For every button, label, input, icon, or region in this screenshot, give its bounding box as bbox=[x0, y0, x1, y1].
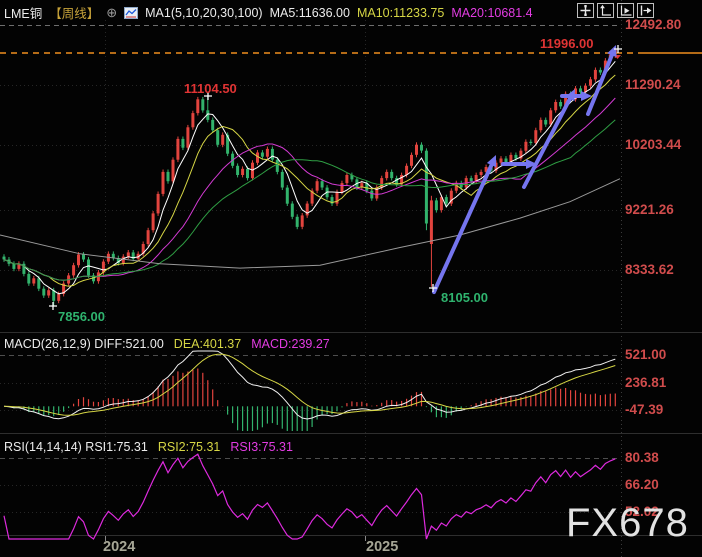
pan-tool-icon[interactable] bbox=[577, 3, 594, 18]
add-indicator-icon[interactable]: ⊕ bbox=[106, 5, 117, 21]
ma5-value: MA5:11636.00 bbox=[270, 6, 350, 20]
chart-type-icon[interactable] bbox=[124, 7, 138, 19]
rsi3-value: RSI3:75.31 bbox=[230, 440, 293, 454]
macd-diff-value: MACD(26,12,9) DIFF:521.00 bbox=[4, 337, 164, 351]
ma20-value: MA20:10681.4 bbox=[451, 6, 532, 20]
timeframe-label: 【周线】 bbox=[49, 3, 99, 22]
ma10-value: MA10:11233.75 bbox=[357, 6, 444, 20]
macd-dea-value: DEA:401.37 bbox=[174, 337, 241, 351]
rsi-header: RSI(14,14,14) RSI1:75.31 RSI2:75.31 RSI3… bbox=[4, 440, 293, 454]
ma-settings-label: MA1(5,10,20,30,100) bbox=[145, 6, 262, 20]
scroll-to-latest-icon[interactable] bbox=[637, 3, 654, 18]
fx678-watermark: FX678 bbox=[566, 501, 689, 546]
macd-hist-value: MACD:239.27 bbox=[251, 337, 330, 351]
rsi2-value: RSI2:75.31 bbox=[158, 440, 221, 454]
rsi1-value: RSI(14,14,14) RSI1:75.31 bbox=[4, 440, 148, 454]
chart-toolbar bbox=[577, 3, 654, 18]
chart-window: LME铜 【周线】 ⊕ MA1(5,10,20,30,100) MA5:1163… bbox=[0, 0, 702, 557]
chart-header: LME铜 【周线】 ⊕ MA1(5,10,20,30,100) MA5:1163… bbox=[4, 3, 533, 22]
symbol-name: LME铜 bbox=[4, 3, 42, 22]
y-axis-zoom-icon[interactable] bbox=[597, 3, 614, 18]
x-axis-zoom-icon[interactable] bbox=[617, 3, 634, 18]
price-chart-canvas[interactable] bbox=[0, 0, 702, 557]
macd-header: MACD(26,12,9) DIFF:521.00 DEA:401.37 MAC… bbox=[4, 337, 330, 351]
